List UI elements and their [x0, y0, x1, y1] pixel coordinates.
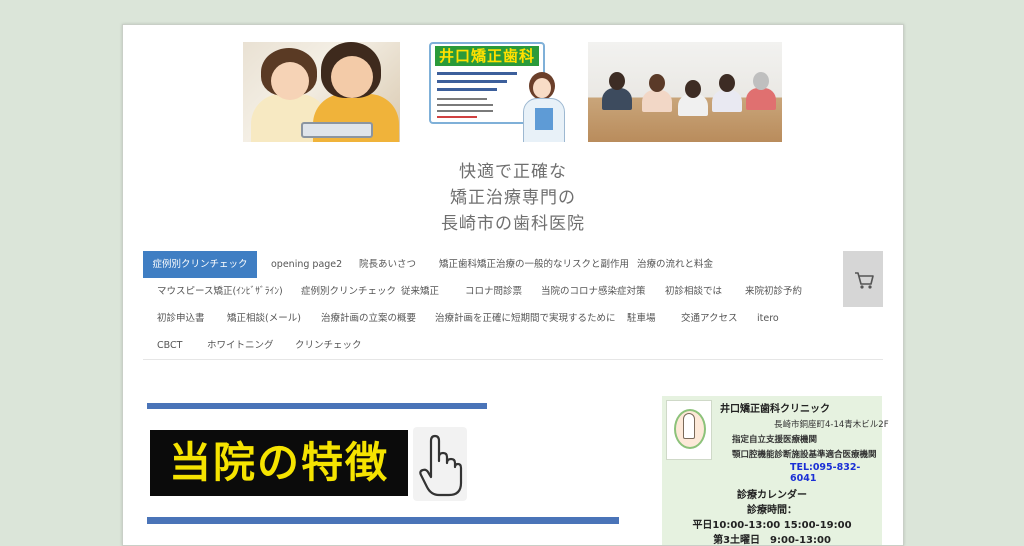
clinic-logo: 井口矯正歯科 — [435, 46, 539, 66]
nav-row-1: 症例別クリンチェック opening page2 院長あいさつ 矯正歯科矯正治療… — [143, 251, 843, 278]
nav-item-risks[interactable]: 矯正歯科矯正治療の一般的なリスクと副作用 — [425, 251, 643, 278]
section-bar-bottom — [147, 517, 619, 524]
nav-item-plan-overview[interactable]: 治療計画の立案の概要 — [307, 305, 430, 332]
pointing-hand-icon — [419, 434, 463, 497]
section-bar-top — [147, 403, 487, 409]
nav-item-conventional[interactable]: 従来矯正 — [387, 278, 453, 305]
cart-icon — [855, 272, 874, 289]
sidebar-clinic-info: 井口矯正歯科クリニック 長崎市銅座町4-14青木ビル2F 指定自立支援医療機関 … — [662, 396, 889, 546]
header-image-clinic-card: 井口矯正歯科 — [425, 42, 569, 142]
nav-item-first-consult[interactable]: 初診相談では — [651, 278, 736, 305]
site-title-line-2: 矯正治療専門の — [450, 188, 576, 208]
sidebar-phone-link[interactable]: TEL:095-832-6041 — [790, 462, 882, 484]
nav-item-covid-measures[interactable]: 当院のコロナ感染症対策 — [527, 278, 660, 305]
nav-item-greeting[interactable]: 院長あいさつ — [345, 251, 430, 278]
nav-item-plan-accuracy[interactable]: 治療計画を正確に短期間で実現するために — [421, 305, 630, 332]
hours-saturday: 第3土曜日 9:00-13:00 — [713, 535, 831, 546]
nav-item-case-clincheck[interactable]: 症例別クリンチェック — [143, 251, 257, 278]
sidebar-clinic-name: 井口矯正歯科クリニック — [720, 404, 830, 415]
nav-item-first-visit-booking[interactable]: 来院初診予約 — [731, 278, 816, 305]
nav-item-mail-consult[interactable]: 矯正相談(メール) — [213, 305, 315, 332]
nav-item-clincheck[interactable]: クリンチェック — [281, 332, 376, 359]
sidebar-designation-1: 指定自立支援医療機関 — [732, 435, 818, 445]
nav-row-3: 初診申込書 矯正相談(メール) 治療計画の立案の概要 治療計画を正確に短期間で実… — [143, 305, 843, 332]
hours-weekday: 平日10:00-13:00 15:00-19:00 — [692, 520, 852, 531]
tooth-icon — [683, 413, 695, 439]
nav-item-itero[interactable]: itero — [743, 305, 793, 332]
feature-banner: 当院の特徴 — [150, 430, 408, 496]
sidebar-address: 長崎市銅座町4-14青木ビル2F — [774, 420, 889, 430]
site-title-line-3: 長崎市の歯科医院 — [441, 214, 585, 234]
nav-item-parking[interactable]: 駐車場 — [613, 305, 670, 332]
cart-button[interactable] — [843, 251, 883, 307]
nav-item-whitening[interactable]: ホワイトニング — [193, 332, 288, 359]
nav-item-opening-page2[interactable]: opening page2 — [257, 251, 356, 278]
nav-item-cbct[interactable]: CBCT — [143, 332, 196, 359]
nav-item-access[interactable]: 交通アクセス — [667, 305, 752, 332]
main-navigation: 症例別クリンチェック opening page2 院長あいさつ 矯正歯科矯正治療… — [143, 251, 843, 359]
nav-divider — [143, 359, 883, 360]
page-container: 井口矯正歯科 快適で正確な 矯正治療専門の 長崎市の歯科医院 症例別クリンチェッ… — [122, 24, 904, 546]
nav-item-flow-fees[interactable]: 治療の流れと料金 — [623, 251, 727, 278]
nav-row-2: マウスピース矯正(ｲﾝﾋﾞｻﾞﾗｲﾝ) 症例別クリンチェック 従来矯正 コロナ問… — [143, 278, 843, 305]
calendar-heading: 診療カレンダー — [737, 490, 807, 501]
hours-heading: 診療時間： — [747, 505, 797, 516]
nav-row-4: CBCT ホワイトニング クリンチェック — [143, 332, 843, 359]
nav-item-invisalign[interactable]: マウスピース矯正(ｲﾝﾋﾞｻﾞﾗｲﾝ) — [143, 278, 297, 305]
hand-button[interactable] — [413, 427, 467, 501]
nav-item-application-form[interactable]: 初診申込書 — [143, 305, 219, 332]
sidebar-designation-2: 顎口腔機能診断施設基準適合医療機関 — [732, 450, 877, 460]
nav-item-covid-questionnaire[interactable]: コロナ問診票 — [451, 278, 536, 305]
site-title-line-1: 快適で正確な — [459, 162, 567, 182]
header-image-children — [243, 42, 400, 142]
clinic-emblem — [666, 400, 712, 460]
header-image-family — [588, 42, 782, 142]
